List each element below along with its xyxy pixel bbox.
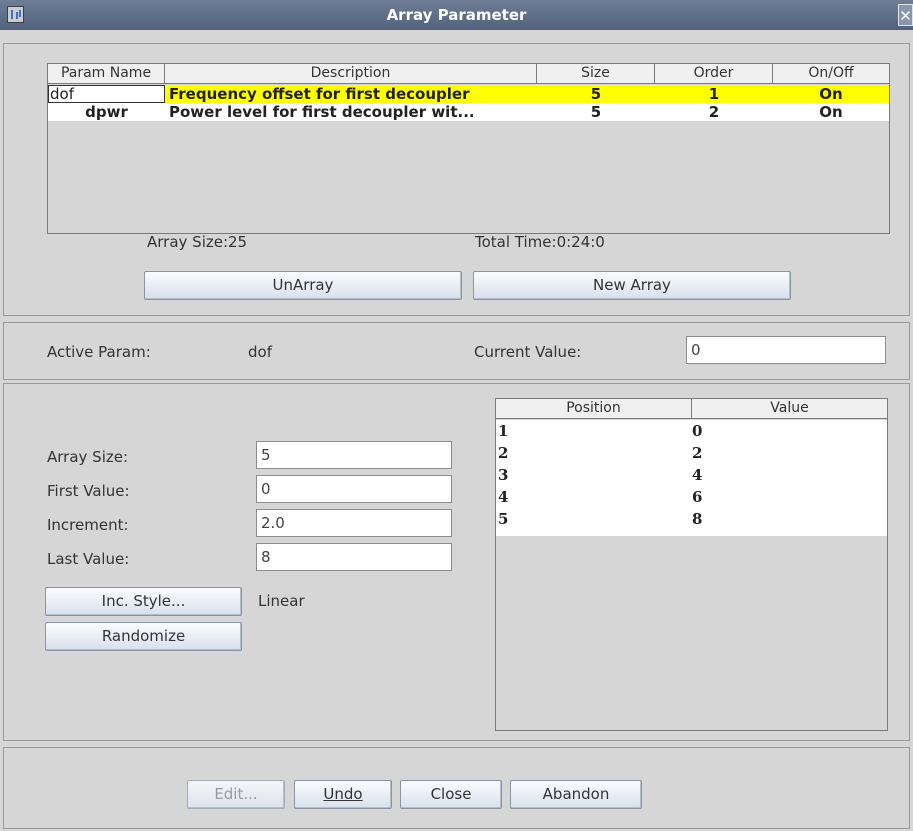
array-size-label: Array Size:: [47, 448, 129, 466]
description-cell: Frequency offset for first decoupler: [169, 85, 470, 103]
position-cell: 4: [498, 488, 509, 506]
array-size-total: Array Size:25: [147, 233, 248, 251]
size-cell: 5: [590, 85, 602, 103]
array-list-panel: Param Name Description Size Order On/Off…: [3, 43, 910, 316]
value-cell[interactable]: 8: [692, 510, 887, 528]
values-table-header: Position Value: [496, 399, 887, 419]
inc-style-value: Linear: [258, 592, 305, 610]
current-value-field[interactable]: 0: [686, 336, 886, 364]
total-time: Total Time:0:24:0: [475, 233, 605, 251]
value-cell[interactable]: 0: [692, 422, 887, 440]
param-name-cell[interactable]: dof: [48, 85, 165, 103]
active-param-label: Active Param:: [47, 343, 151, 361]
param-table-header: Param Name Description Size Order On/Off: [48, 64, 889, 84]
onoff-cell[interactable]: On: [773, 85, 889, 103]
value-cell[interactable]: 4: [692, 466, 887, 484]
inc-style-button[interactable]: Inc. Style...: [45, 587, 242, 616]
window-title: Array Parameter: [386, 6, 527, 24]
col-onoff[interactable]: On/Off: [773, 64, 889, 83]
values-table-body: 1 0 2 2 3 4 4 6 5 8: [496, 420, 887, 536]
randomize-button[interactable]: Randomize: [45, 622, 242, 651]
order-cell: 1: [708, 85, 720, 103]
active-param-value: dof: [248, 343, 272, 361]
col-param-name[interactable]: Param Name: [48, 64, 165, 83]
col-value[interactable]: Value: [692, 399, 887, 418]
last-value-label: Last Value:: [47, 550, 130, 568]
col-description[interactable]: Description: [165, 64, 537, 83]
size-cell: 5: [590, 103, 602, 121]
new-array-button[interactable]: New Array: [473, 271, 791, 300]
value-cell[interactable]: 2: [692, 444, 887, 462]
table-row[interactable]: 1 0: [496, 422, 887, 440]
undo-button[interactable]: Undo: [294, 780, 392, 809]
unarray-button[interactable]: UnArray: [144, 271, 462, 300]
position-cell: 2: [498, 444, 509, 462]
col-position[interactable]: Position: [496, 399, 692, 418]
col-size[interactable]: Size: [537, 64, 655, 83]
edit-button[interactable]: Edit...: [187, 780, 285, 809]
table-row[interactable]: dpwr Power level for first decoupler wit…: [48, 103, 889, 121]
position-cell: 3: [498, 466, 509, 484]
table-row[interactable]: 4 6: [496, 488, 887, 506]
close-button[interactable]: Close: [400, 780, 502, 809]
increment-field[interactable]: 2.0: [256, 509, 452, 537]
table-row[interactable]: 3 4: [496, 466, 887, 484]
value-cell[interactable]: 6: [692, 488, 887, 506]
array-size-field[interactable]: 5: [256, 441, 452, 469]
values-table[interactable]: Position Value 1 0 2 2 3 4 4 6 5 8: [495, 398, 888, 731]
active-param-panel: Active Param: dof Current Value: 0: [3, 322, 910, 380]
action-panel: Edit... Undo Close Abandon: [3, 747, 910, 829]
current-value-label: Current Value:: [474, 343, 582, 361]
last-value-field[interactable]: 8: [256, 543, 452, 571]
first-value-label: First Value:: [47, 482, 130, 500]
close-icon[interactable]: ✕: [898, 4, 913, 26]
description-cell: Power level for first decoupler wit...: [169, 103, 475, 121]
table-row[interactable]: 5 8: [496, 510, 887, 528]
table-row[interactable]: 2 2: [496, 444, 887, 462]
table-row[interactable]: dof Frequency offset for first decoupler…: [48, 85, 889, 103]
position-cell: 1: [498, 422, 509, 440]
title-bar: Array Parameter ✕: [0, 0, 913, 30]
onoff-cell[interactable]: On: [773, 103, 889, 121]
param-name-cell[interactable]: dpwr: [48, 103, 165, 121]
abandon-button[interactable]: Abandon: [510, 780, 642, 809]
array-settings-panel: Array Size: 5 First Value: 0 Increment: …: [3, 383, 910, 741]
col-order[interactable]: Order: [655, 64, 773, 83]
order-cell: 2: [708, 103, 720, 121]
first-value-field[interactable]: 0: [256, 475, 452, 503]
position-cell: 5: [498, 510, 509, 528]
increment-label: Increment:: [47, 516, 129, 534]
param-table[interactable]: Param Name Description Size Order On/Off…: [47, 63, 890, 234]
